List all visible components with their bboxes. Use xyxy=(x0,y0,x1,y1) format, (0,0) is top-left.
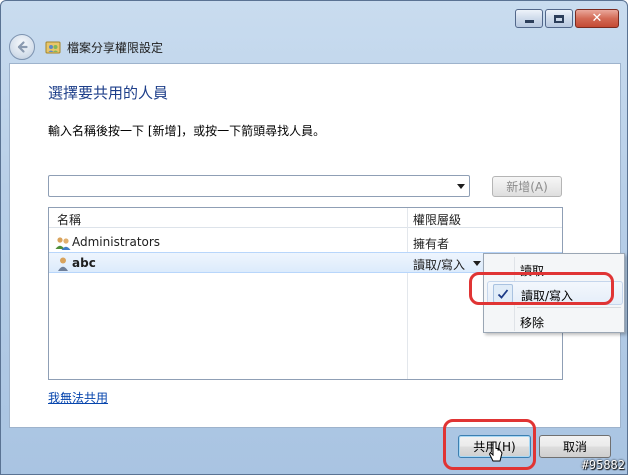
chevron-down-icon[interactable] xyxy=(457,184,465,189)
title-bar[interactable]: ✕ xyxy=(1,1,627,31)
maximize-button[interactable] xyxy=(545,9,573,28)
close-button[interactable]: ✕ xyxy=(575,9,619,28)
window-title: 檔案分享權限設定 xyxy=(67,40,164,55)
list-item-permission: 擁有者 xyxy=(413,237,450,251)
list-item-name: Administrators xyxy=(72,235,161,249)
column-header-name[interactable]: 名稱 xyxy=(57,211,81,228)
back-button[interactable] xyxy=(9,34,35,60)
cant-share-link[interactable]: 我無法共用 xyxy=(48,389,108,406)
highlight-ring-menu xyxy=(469,272,614,305)
users-group-icon xyxy=(55,237,71,250)
menu-item-remove[interactable]: 移除 xyxy=(487,309,623,333)
back-arrow-icon xyxy=(17,41,28,53)
minimize-button[interactable] xyxy=(515,9,543,28)
cancel-button[interactable]: 取消 xyxy=(539,435,611,458)
page-heading: 選擇要共用的人員 xyxy=(48,84,169,102)
window-controls: ✕ xyxy=(515,9,619,28)
dialog-window: ✕ 檔案分享權限設定 選擇要共用的人員 輸入名稱後按一下 [新增]，或按一下箭頭… xyxy=(0,0,628,475)
user-icon xyxy=(58,257,68,271)
close-icon: ✕ xyxy=(591,11,603,26)
add-button[interactable]: 新增(A) xyxy=(492,176,562,197)
navigation-row: 檔案分享權限設定 xyxy=(9,33,163,61)
mouse-cursor-icon xyxy=(489,441,503,462)
menu-separator xyxy=(517,307,621,308)
list-item[interactable]: Administrators 擁有者 xyxy=(49,232,562,253)
chevron-down-icon[interactable] xyxy=(473,261,481,266)
name-input-combobox[interactable] xyxy=(48,175,470,197)
column-header-permission[interactable]: 權限層級 xyxy=(413,211,461,228)
permission-dropdown[interactable]: 讀取/寫入 xyxy=(413,256,465,273)
dialog-content: 選擇要共用的人員 輸入名稱後按一下 [新增]，或按一下箭頭尋找人員。 新增(A)… xyxy=(9,63,621,428)
file-sharing-icon xyxy=(45,41,61,54)
menu-item-label: 移除 xyxy=(520,316,545,330)
watermark: #95882 xyxy=(581,458,625,472)
list-header: 名稱 權限層級 xyxy=(49,208,562,228)
list-item-name: abc xyxy=(72,256,96,270)
maximize-icon xyxy=(554,14,564,23)
instruction-text: 輸入名稱後按一下 [新增]，或按一下箭頭尋找人員。 xyxy=(48,124,326,138)
minimize-icon xyxy=(524,20,534,23)
